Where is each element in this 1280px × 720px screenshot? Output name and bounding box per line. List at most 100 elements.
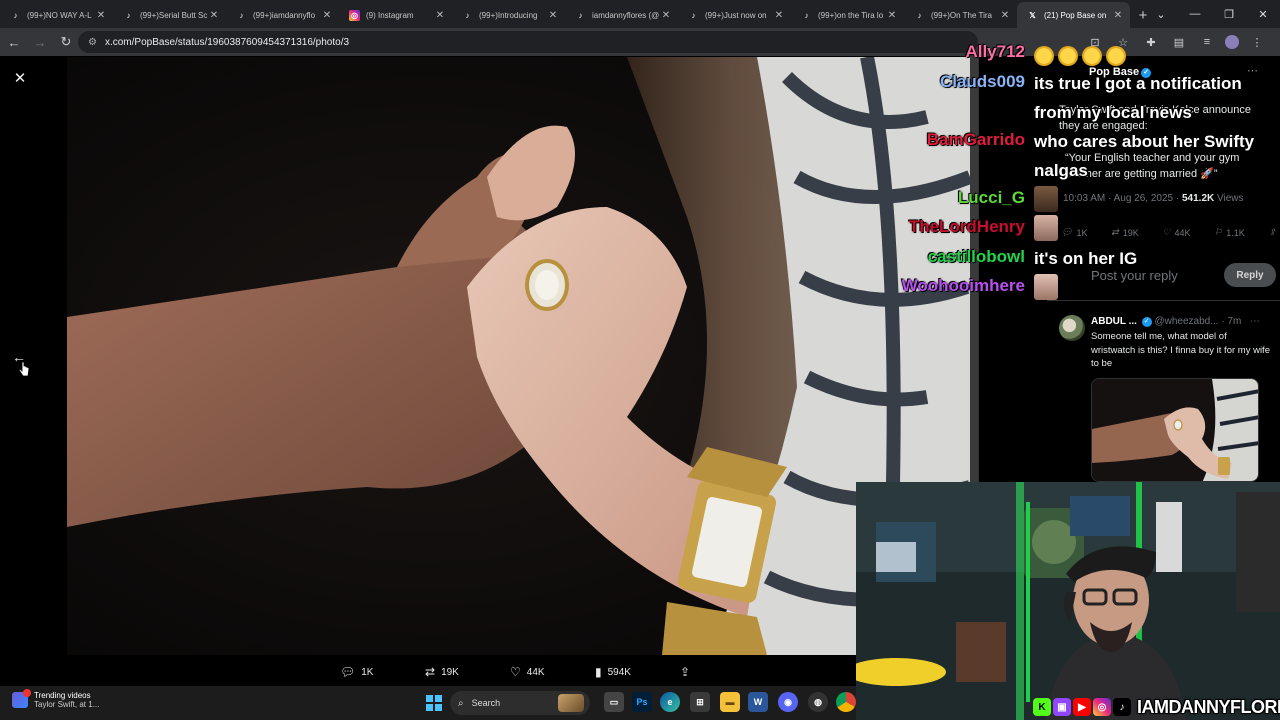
chat-message <box>1034 40 1274 69</box>
chat-username: BamGarrido <box>926 130 1025 149</box>
windows-start-icon[interactable] <box>426 695 442 711</box>
reload-button[interactable]: ↻ <box>54 30 78 54</box>
share-icon: ⇪ <box>680 665 691 679</box>
hands-thumbnail <box>1092 379 1258 481</box>
chat-username: TheLordHenry <box>908 217 1025 236</box>
dropdown-icon[interactable]: ⌄ <box>1144 0 1178 28</box>
tiktok-icon: ♪ <box>917 10 922 20</box>
close-tab-icon[interactable]: ✕ <box>660 10 672 21</box>
file-explorer-icon[interactable]: ▬ <box>720 692 740 712</box>
streamer-webcam-image <box>856 482 1280 720</box>
screen: ♪ (99+)NO WAY A-L ✕ ♪ (99+)Serial Butt Sc ✕ … <box>0 0 1280 720</box>
repost-action[interactable]: ⇄ 19K <box>425 665 510 679</box>
kick-icon: K <box>1033 698 1051 716</box>
tiktok-icon: ♪ <box>804 10 809 20</box>
reply-icon: 💬︎ <box>340 665 356 679</box>
chat-message: its true I got a notification from my lo… <box>1034 74 1242 122</box>
tab[interactable]: ♪ (99+)NO WAY A-L ✕ <box>0 2 113 28</box>
tab[interactable]: ♪ (99+)Serial Butt Sc ✕ <box>113 2 226 28</box>
repost-icon: ⇄ <box>425 665 436 679</box>
chat-username: Woohooimhere <box>901 276 1025 295</box>
taskbar-search[interactable]: ⌕ Search <box>450 691 590 715</box>
instagram-icon: ◎ <box>1093 698 1111 716</box>
hands-ring-image <box>67 57 970 655</box>
tab[interactable]: ♪ (99+)On The Tira ✕ <box>904 2 1017 28</box>
webcam-feed <box>856 482 1280 720</box>
word-icon[interactable]: W <box>748 692 768 712</box>
close-tab-icon[interactable]: ✕ <box>208 10 220 21</box>
close-tab-icon[interactable]: ✕ <box>886 10 898 21</box>
tiktok-icon: ♪ <box>126 10 131 20</box>
window-controls: ⌄ — ❐ ✕ <box>1144 0 1280 28</box>
share-action[interactable]: ⇪ <box>680 665 710 679</box>
like-action[interactable]: ♡ 44K <box>510 665 595 679</box>
stream-socials: K ▣ ▶ ◎ ♪ IAMDANNYFLORES <box>1033 696 1280 718</box>
close-tab-icon[interactable]: ✕ <box>321 10 333 21</box>
tiktok-icon: ♪ <box>691 10 696 20</box>
trending-widget[interactable]: Trending videos Taylor Swift, at 1... <box>12 689 99 709</box>
app-icon[interactable]: ◍ <box>808 692 828 712</box>
chat-message: who cares about her Swifty nalgas <box>1034 132 1255 180</box>
discord-icon[interactable]: ◉ <box>778 692 798 712</box>
chat-emote-image <box>1034 215 1058 241</box>
laugh-emote-icon <box>1106 45 1126 66</box>
more-options-icon[interactable]: ⋯ <box>1250 316 1260 327</box>
close-tab-icon[interactable]: ✕ <box>1112 10 1124 21</box>
engagement-photo <box>67 57 970 655</box>
close-tab-icon[interactable]: ✕ <box>773 10 785 21</box>
tab[interactable]: ♪ (99+)on the Tira lo ✕ <box>791 2 904 28</box>
views-action[interactable]: ▮ 594K <box>595 665 680 679</box>
url-text: x.com/PopBase/status/1960387609454371316… <box>104 36 350 48</box>
analytics-icon: ▮ <box>595 665 602 679</box>
stream-chat-overlay: Ally712 Clauds009 its true I got a notif… <box>880 40 1280 305</box>
site-info-icon[interactable]: ⚙ <box>88 37 97 48</box>
tiktok-icon: ♪ <box>239 10 244 20</box>
chat-emote-image <box>1034 186 1058 212</box>
tab[interactable]: ♪ iamdannyflores (@ ✕ <box>565 2 678 28</box>
tiktok-icon: ♪ <box>465 10 470 20</box>
twitch-icon: ▣ <box>1053 698 1071 716</box>
verified-badge-icon: ✓ <box>1141 317 1152 327</box>
chat-message: it's on her IG <box>1034 249 1138 268</box>
laugh-emote-icon <box>1034 45 1054 66</box>
tab[interactable]: ♪ (99+)iamdannyflo ✕ <box>226 2 339 28</box>
close-tab-icon[interactable]: ✕ <box>434 10 446 21</box>
widget-icon <box>12 689 31 708</box>
edge-icon[interactable]: e <box>660 692 680 712</box>
maximize-button[interactable]: ❐ <box>1212 0 1246 28</box>
task-view-icon[interactable]: ▭ <box>604 692 624 712</box>
search-highlight-image <box>558 694 584 712</box>
comment-media-image[interactable] <box>1091 378 1259 482</box>
search-icon: ⌕ <box>458 697 464 709</box>
comment-text: Someone tell me, what model of wristwatc… <box>1091 331 1270 369</box>
minimize-button[interactable]: — <box>1178 0 1212 28</box>
close-tab-icon[interactable]: ✕ <box>95 10 107 21</box>
close-viewer-button[interactable]: ✕ <box>10 68 30 88</box>
tab-active[interactable]: 𝕏 (21) Pop Base on ✕ <box>1017 2 1130 28</box>
x-icon: 𝕏 <box>1029 10 1036 20</box>
forward-button[interactable]: → <box>28 30 52 54</box>
close-tab-icon[interactable]: ✕ <box>547 10 559 21</box>
store-icon[interactable]: ⊞ <box>690 692 710 712</box>
photoshop-icon[interactable]: Ps <box>632 692 652 712</box>
chat-emote-image <box>1034 274 1058 300</box>
laugh-emote-icon <box>1082 45 1102 66</box>
address-bar[interactable]: ⚙ x.com/PopBase/status/19603876094543713… <box>78 31 978 53</box>
comment-header: ABDUL ... ✓ @wheezabd... · 7m ⋯ <box>1091 316 1260 327</box>
reply-action[interactable]: 💬︎ 1K <box>340 665 425 679</box>
avatar[interactable] <box>1059 315 1085 341</box>
chat-username: Lucci_G <box>957 188 1025 207</box>
chrome-icon[interactable] <box>836 692 856 712</box>
tiktok-icon: ♪ <box>13 10 18 20</box>
close-tab-icon[interactable]: ✕ <box>999 10 1011 21</box>
tab[interactable]: ◎ (9) Instagram ✕ <box>339 2 452 28</box>
back-button[interactable]: ← <box>2 30 26 54</box>
tab[interactable]: ♪ (99+)Just now on ✕ <box>678 2 791 28</box>
tab-strip: ♪ (99+)NO WAY A-L ✕ ♪ (99+)Serial Butt Sc ✕ … <box>0 0 1280 28</box>
chat-username: castillobowl <box>927 247 1025 266</box>
youtube-icon: ▶ <box>1073 698 1091 716</box>
tab[interactable]: ♪ (99+)Introducing ✕ <box>452 2 565 28</box>
mouse-cursor-icon <box>18 361 30 377</box>
close-window-button[interactable]: ✕ <box>1246 0 1280 28</box>
chat-username: Ally712 <box>965 42 1025 61</box>
